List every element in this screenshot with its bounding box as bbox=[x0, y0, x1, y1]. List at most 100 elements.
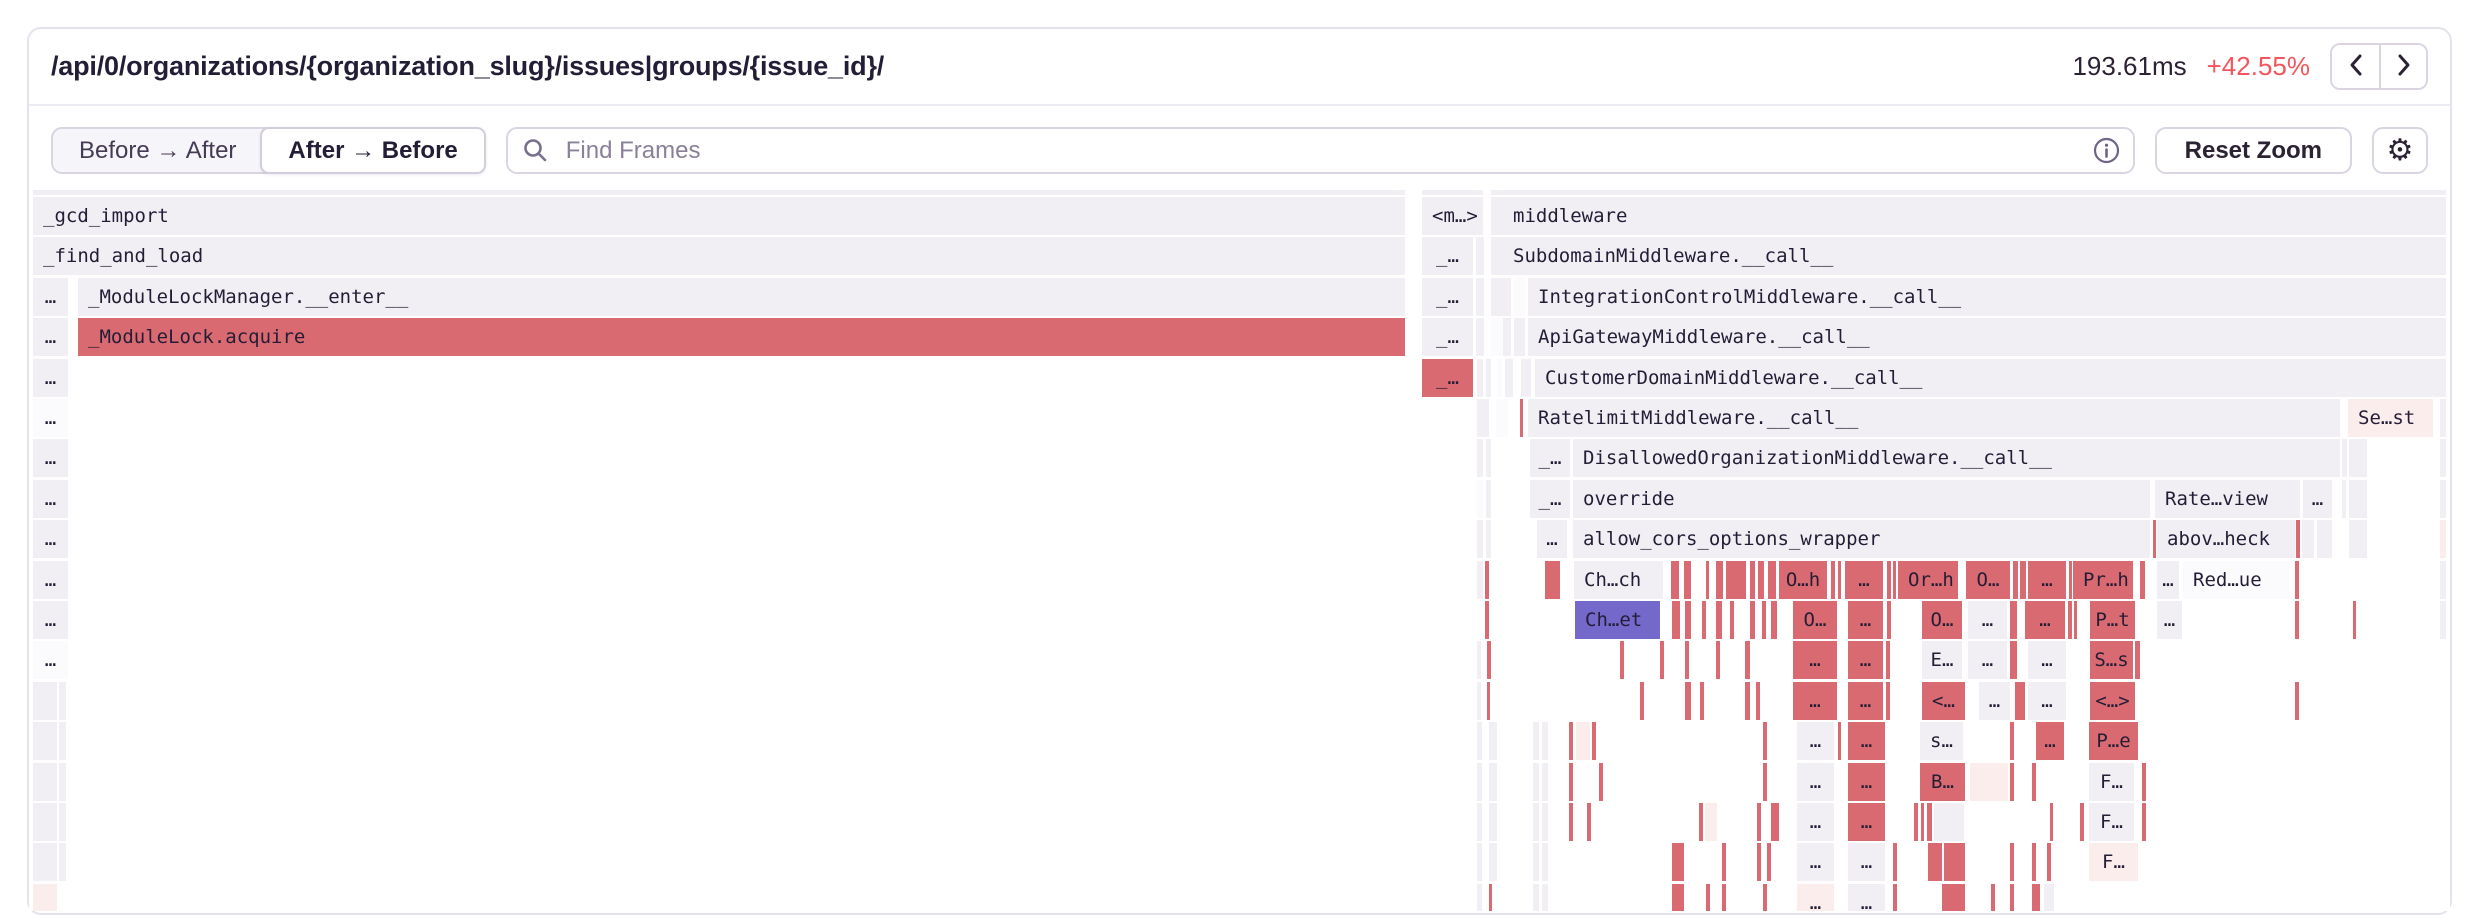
flamegraph-frame[interactable] bbox=[1730, 601, 1734, 639]
flamegraph-frame[interactable] bbox=[2068, 601, 2072, 639]
flamegraph-frame[interactable] bbox=[2349, 520, 2367, 558]
flamegraph-frame[interactable]: Pr…h bbox=[2073, 561, 2133, 599]
flamegraph-frame[interactable] bbox=[1838, 722, 1841, 760]
flamegraph-frame[interactable] bbox=[1706, 884, 1710, 911]
flamegraph-frame[interactable] bbox=[33, 190, 1405, 195]
flamegraph-frame[interactable] bbox=[1756, 682, 1760, 720]
flamegraph-frame[interactable]: Ch…ch bbox=[1574, 561, 1663, 599]
flamegraph-frame[interactable] bbox=[1477, 480, 1483, 518]
flamegraph-frame[interactable]: … bbox=[1848, 722, 1885, 760]
flamegraph-frame[interactable] bbox=[1491, 318, 1503, 356]
flamegraph-frame[interactable] bbox=[1726, 561, 1746, 599]
flamegraph-frame[interactable]: middleware bbox=[1503, 197, 2446, 235]
flamegraph-frame[interactable]: Rate…view bbox=[2155, 480, 2300, 518]
flamegraph-frame[interactable] bbox=[1893, 884, 1897, 911]
flamegraph-frame[interactable]: Ch…et bbox=[1575, 601, 1660, 639]
flamegraph-frame[interactable] bbox=[2353, 601, 2356, 639]
flamegraph-frame[interactable] bbox=[1716, 561, 1723, 599]
flamegraph-frame[interactable] bbox=[2440, 520, 2446, 558]
flamegraph-frame[interactable]: … bbox=[1979, 682, 2010, 720]
flamegraph-frame[interactable] bbox=[1758, 561, 1764, 599]
flamegraph-frame[interactable] bbox=[33, 682, 57, 720]
flamegraph-frame[interactable] bbox=[1477, 520, 1483, 558]
flamegraph-frame[interactable] bbox=[2020, 561, 2026, 599]
flamegraph-frame[interactable] bbox=[1672, 843, 1684, 881]
flamegraph-frame[interactable] bbox=[2295, 682, 2299, 720]
flamegraph-frame[interactable] bbox=[1545, 561, 1560, 599]
flamegraph-frame[interactable] bbox=[59, 763, 66, 801]
flamegraph-frame[interactable] bbox=[1745, 682, 1750, 720]
flamegraph-frame[interactable]: Se…st bbox=[2348, 399, 2433, 437]
flamegraph-frame[interactable]: _… bbox=[1422, 278, 1473, 316]
flamegraph-frame[interactable]: … bbox=[2025, 601, 2065, 639]
flamegraph-frame[interactable] bbox=[1485, 561, 1489, 599]
flamegraph-frame[interactable]: P…t bbox=[2090, 601, 2135, 639]
flamegraph-frame[interactable] bbox=[1745, 641, 1750, 679]
flamegraph-frame[interactable] bbox=[59, 682, 66, 720]
flamegraph-frame[interactable] bbox=[1934, 803, 1964, 841]
flamegraph-frame[interactable]: … bbox=[33, 641, 68, 679]
flamegraph-frame[interactable]: … bbox=[2303, 480, 2332, 518]
flamegraph-frame[interactable] bbox=[1422, 190, 1483, 195]
flamegraph-frame[interactable] bbox=[1477, 641, 1481, 679]
flamegraph-frame[interactable]: _find_and_load bbox=[33, 237, 1405, 275]
flamegraph-frame[interactable] bbox=[2074, 601, 2077, 639]
flamegraph-frame[interactable]: … bbox=[2157, 561, 2179, 599]
flamegraph-frame[interactable] bbox=[2440, 399, 2446, 437]
flamegraph-frame[interactable] bbox=[1886, 641, 1890, 679]
flamegraph-frame[interactable]: … bbox=[1793, 641, 1837, 679]
flamegraph-frame[interactable] bbox=[1722, 843, 1726, 881]
flamegraph-frame[interactable] bbox=[1757, 803, 1761, 841]
flamegraph-frame[interactable] bbox=[1750, 561, 1755, 599]
flamegraph-frame[interactable] bbox=[2440, 439, 2446, 477]
flamegraph-frame[interactable] bbox=[1542, 884, 1548, 911]
flamegraph-frame[interactable] bbox=[1489, 843, 1497, 881]
flamegraph-frame[interactable] bbox=[1503, 278, 1511, 316]
flamegraph-frame[interactable]: … bbox=[1848, 763, 1885, 801]
flamegraph-frame[interactable]: … bbox=[33, 278, 68, 316]
flamegraph-frame[interactable] bbox=[1944, 843, 1965, 881]
flamegraph-frame[interactable]: … bbox=[2028, 682, 2066, 720]
flamegraph-frame[interactable] bbox=[1477, 803, 1482, 841]
flamegraph-frame[interactable] bbox=[1476, 237, 1484, 275]
flamegraph-frame[interactable] bbox=[59, 843, 66, 881]
flamegraph-frame[interactable] bbox=[1533, 843, 1539, 881]
flamegraph-frame[interactable] bbox=[1762, 601, 1766, 639]
flamegraph-frame[interactable] bbox=[1542, 763, 1548, 801]
flamegraph-frame[interactable] bbox=[1685, 601, 1691, 639]
flamegraph-frame[interactable]: … bbox=[1797, 763, 1834, 801]
flamegraph-frame[interactable] bbox=[1699, 803, 1703, 841]
after-before-button[interactable]: After → Before bbox=[260, 127, 485, 174]
flamegraph-frame[interactable] bbox=[1477, 884, 1482, 911]
flamegraph-frame[interactable]: … bbox=[2036, 722, 2064, 760]
flamegraph-frame[interactable]: _… bbox=[1422, 237, 1473, 275]
flamegraph-frame[interactable]: SubdomainMiddleware.__call__ bbox=[1503, 237, 2446, 275]
flamegraph-frame[interactable] bbox=[1569, 722, 1573, 760]
flamegraph-frame[interactable] bbox=[2317, 520, 2332, 558]
flamegraph-frame[interactable] bbox=[2342, 439, 2347, 477]
flamegraph-frame[interactable]: abov…heck bbox=[2157, 520, 2295, 558]
flamegraph-frame[interactable]: <…> bbox=[2090, 682, 2135, 720]
next-button[interactable] bbox=[2379, 45, 2426, 88]
flamegraph-frame[interactable] bbox=[1491, 237, 1503, 275]
flamegraph-frame[interactable] bbox=[1887, 601, 1891, 639]
flamegraph-frame[interactable]: … bbox=[2028, 641, 2066, 679]
flamegraph-frame[interactable] bbox=[1763, 763, 1767, 801]
flamegraph-frame[interactable]: <m…> bbox=[1422, 197, 1483, 235]
flamegraph-frame[interactable]: O… bbox=[1966, 561, 2010, 599]
flamegraph-frame[interactable] bbox=[1489, 884, 1492, 911]
flamegraph-frame[interactable] bbox=[1477, 843, 1482, 881]
flamegraph-frame[interactable] bbox=[1486, 520, 1491, 558]
flamegraph-frame[interactable] bbox=[1887, 561, 1891, 599]
flamegraph-frame[interactable] bbox=[1489, 763, 1497, 801]
flamegraph-frame[interactable] bbox=[1706, 561, 1709, 599]
flamegraph-frame[interactable] bbox=[2296, 520, 2300, 558]
flamegraph-frame[interactable] bbox=[1767, 843, 1771, 881]
flamegraph-frame[interactable]: Or…h bbox=[1898, 561, 1958, 599]
flamegraph-frame[interactable] bbox=[33, 722, 57, 760]
flamegraph-frame[interactable]: … bbox=[2028, 561, 2066, 599]
flamegraph-frame[interactable]: P…e bbox=[2089, 722, 2138, 760]
flamegraph-frame[interactable] bbox=[1914, 803, 1918, 841]
flamegraph-frame[interactable] bbox=[1514, 278, 1525, 316]
flamegraph-frame[interactable] bbox=[1893, 843, 1897, 881]
